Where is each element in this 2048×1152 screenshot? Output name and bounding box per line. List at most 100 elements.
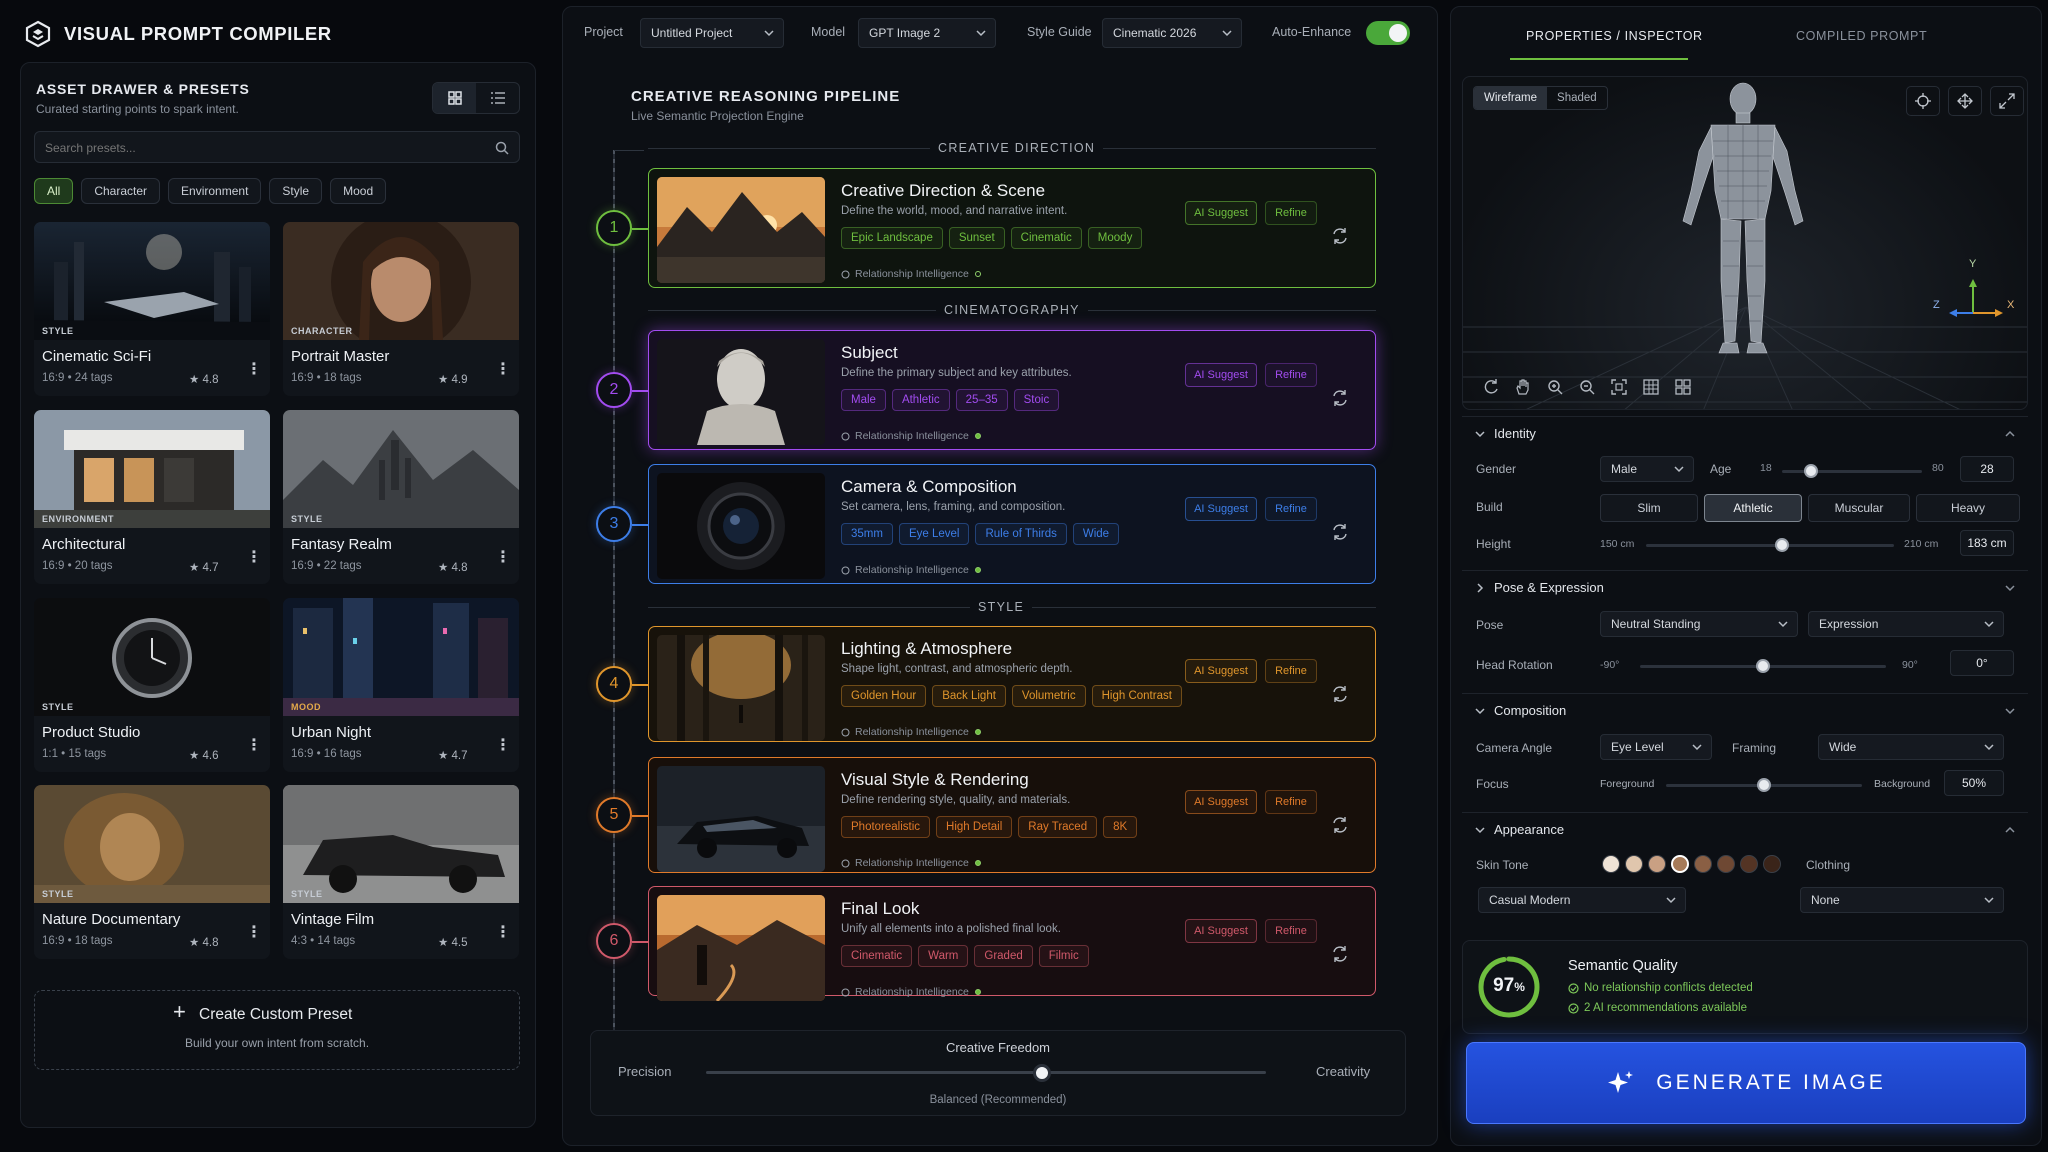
ai-suggest-button[interactable]: AI Suggest (1185, 659, 1257, 683)
generate-image-button[interactable]: GENERATE IMAGE (1466, 1042, 2026, 1124)
skin-tone-swatch[interactable] (1694, 855, 1712, 873)
refine-button[interactable]: Refine (1265, 790, 1317, 814)
auto-enhance-toggle[interactable] (1366, 21, 1410, 45)
hand-icon[interactable] (1514, 378, 1532, 396)
stage-tag[interactable]: Moody (1087, 227, 1143, 249)
pose-select[interactable]: Neutral Standing (1600, 611, 1798, 637)
relationship-intelligence[interactable]: Relationship Intelligence (841, 564, 982, 576)
stage-tag[interactable]: High Contrast (1091, 685, 1182, 707)
style-guide-select[interactable]: Cinematic 2026 (1102, 18, 1242, 48)
skin-tone-swatch[interactable] (1625, 855, 1643, 873)
relationship-intelligence[interactable]: Relationship Intelligence (841, 430, 982, 442)
build-slim[interactable]: Slim (1600, 494, 1698, 522)
refresh-icon[interactable] (1331, 389, 1349, 407)
viewport-3d[interactable]: Y X Z (1462, 76, 2028, 410)
relationship-intelligence[interactable]: Relationship Intelligence (841, 726, 982, 738)
stage-tag[interactable]: High Detail (936, 816, 1013, 838)
more-menu-icon[interactable]: ⋮ (495, 550, 511, 566)
refresh-icon[interactable] (1331, 816, 1349, 834)
refine-button[interactable]: Refine (1265, 497, 1317, 521)
expand-icon[interactable] (1990, 86, 2024, 116)
skin-tone-swatch[interactable] (1740, 855, 1758, 873)
stage-tag[interactable]: Cinematic (1010, 227, 1082, 249)
grid-toggle-icon[interactable] (1642, 378, 1660, 396)
refine-button[interactable]: Refine (1265, 919, 1317, 943)
pipeline-stage[interactable]: Camera & Composition Set camera, lens, f… (648, 464, 1376, 584)
more-menu-icon[interactable]: ⋮ (495, 925, 511, 941)
filter-all[interactable]: All (34, 178, 74, 204)
more-menu-icon[interactable]: ⋮ (246, 738, 262, 754)
fit-view-icon[interactable] (1610, 378, 1628, 396)
filter-environment[interactable]: Environment (168, 178, 262, 204)
pipeline-stage[interactable]: Creative Direction & Scene Define the wo… (648, 168, 1376, 288)
refine-button[interactable]: Refine (1265, 363, 1317, 387)
composition-section-header[interactable]: Composition (1462, 693, 2028, 727)
stage-tag[interactable]: Warm (918, 945, 969, 967)
search-field[interactable] (34, 131, 520, 163)
stage-tag[interactable]: 8K (1103, 816, 1138, 838)
more-menu-icon[interactable]: ⋮ (495, 738, 511, 754)
pipeline-stage[interactable]: Subject Define the primary subject and k… (648, 330, 1376, 450)
refresh-icon[interactable] (1331, 945, 1349, 963)
refresh-icon[interactable] (1331, 685, 1349, 703)
focus-value[interactable]: 50% (1944, 770, 2004, 796)
preset-card[interactable]: STYLE Fantasy Realm 16:9 • 22 tags ★ 4.8… (283, 410, 519, 584)
stage-tag[interactable]: Ray Traced (1018, 816, 1098, 838)
preset-card[interactable]: STYLE Nature Documentary 16:9 • 18 tags … (34, 785, 270, 959)
appearance-section-header[interactable]: Appearance (1462, 812, 2028, 846)
freedom-slider-knob[interactable] (1033, 1064, 1051, 1082)
more-menu-icon[interactable]: ⋮ (246, 550, 262, 566)
list-view-button[interactable] (476, 83, 519, 113)
rotation-value[interactable]: 0° (1950, 650, 2014, 676)
skin-tone-swatch[interactable] (1602, 855, 1620, 873)
clothing-select[interactable]: None (1800, 887, 2004, 913)
preset-card[interactable]: STYLE Product Studio 1:1 • 15 tags ★ 4.6… (34, 598, 270, 772)
focus-slider-knob[interactable] (1757, 778, 1771, 792)
refresh-icon[interactable] (1331, 227, 1349, 245)
tab-properties[interactable]: PROPERTIES / INSPECTOR (1526, 29, 1703, 43)
age-slider-track[interactable] (1782, 470, 1922, 473)
age-value[interactable]: 28 (1960, 456, 2014, 482)
stage-tag[interactable]: Athletic (891, 389, 950, 411)
filter-mood[interactable]: Mood (330, 178, 387, 204)
stage-tag[interactable]: 25–35 (955, 389, 1008, 411)
move-icon[interactable] (1948, 86, 1982, 116)
relationship-intelligence[interactable]: Relationship Intelligence (841, 986, 982, 998)
search-input[interactable] (45, 138, 475, 158)
pipeline-stage[interactable]: Visual Style & Rendering Define renderin… (648, 757, 1376, 873)
refine-button[interactable]: Refine (1265, 201, 1317, 225)
shaded-mode-button[interactable]: Shaded (1547, 87, 1607, 109)
rotate-icon[interactable] (1482, 378, 1500, 396)
identity-section-header[interactable]: Identity (1462, 416, 2028, 450)
height-value[interactable]: 183 cm (1960, 530, 2014, 556)
ai-suggest-button[interactable]: AI Suggest (1185, 201, 1257, 225)
pipeline-stage[interactable]: Final Look Unify all elements into a pol… (648, 886, 1376, 1001)
pipeline-stage[interactable]: Lighting & Atmosphere Shape light, contr… (648, 626, 1376, 742)
skin-tone-swatch[interactable] (1671, 855, 1689, 873)
freedom-slider-track[interactable] (706, 1071, 1266, 1074)
filter-style[interactable]: Style (269, 178, 323, 204)
stage-tag[interactable]: Eye Level (898, 523, 970, 545)
project-select[interactable]: Untitled Project (640, 18, 784, 48)
relationship-intelligence[interactable]: Relationship Intelligence (841, 268, 982, 280)
ai-suggest-button[interactable]: AI Suggest (1185, 919, 1257, 943)
clothing-style-select[interactable]: Casual Modern (1478, 887, 1686, 913)
target-icon[interactable] (1906, 86, 1940, 116)
tab-compiled-prompt[interactable]: COMPILED PROMPT (1796, 29, 1927, 43)
expression-select[interactable]: Expression (1808, 611, 2004, 637)
preset-card[interactable]: STYLE Cinematic Sci-Fi 16:9 • 24 tags ★ … (34, 222, 270, 396)
ai-suggest-button[interactable]: AI Suggest (1185, 790, 1257, 814)
rotation-slider-knob[interactable] (1756, 659, 1770, 673)
preset-card[interactable]: CHARACTER Portrait Master 16:9 • 18 tags… (283, 222, 519, 396)
grid-view-button[interactable] (433, 83, 476, 113)
pose-section-header[interactable]: Pose & Expression (1462, 570, 2028, 604)
create-preset-button[interactable]: + Create Custom Preset Build your own in… (34, 990, 520, 1070)
stage-tag[interactable]: Epic Landscape (841, 227, 943, 249)
wireframe-mode-button[interactable]: Wireframe (1474, 87, 1548, 109)
skin-tone-swatch[interactable] (1648, 855, 1666, 873)
ai-suggest-button[interactable]: AI Suggest (1185, 497, 1257, 521)
gender-select[interactable]: Male (1600, 456, 1694, 482)
build-muscular[interactable]: Muscular (1808, 494, 1910, 522)
stage-tag[interactable]: Sunset (948, 227, 1005, 249)
stage-tag[interactable]: Wide (1072, 523, 1120, 545)
